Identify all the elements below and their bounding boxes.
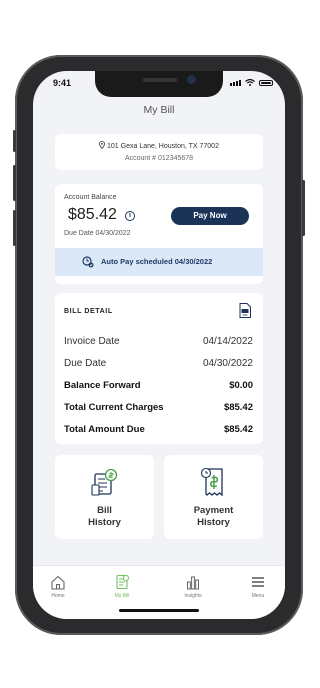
wifi-icon (245, 79, 255, 86)
tab-label: Home (51, 593, 65, 599)
bill-history-label: Bill History (55, 505, 154, 529)
address-text: 101 Gexa Lane, Houston, TX 77002 (107, 143, 219, 150)
bottom-tab-bar: Home My Bill Insights Menu (33, 565, 285, 619)
row-value: $85.42 (223, 424, 253, 435)
tab-home[interactable]: Home (33, 574, 83, 599)
autopay-text: Auto Pay scheduled 04/30/2022 (101, 257, 213, 266)
detail-row-current-charges: Total Current Charges $85.42 (64, 402, 253, 416)
pay-now-button[interactable]: Pay Now (171, 207, 249, 225)
autopay-icon (82, 256, 94, 268)
front-camera (187, 75, 196, 84)
bill-icon (97, 574, 147, 590)
tab-label: Menu (251, 593, 265, 599)
row-label: Balance Forward (64, 380, 141, 391)
row-label: Total Current Charges (64, 402, 164, 413)
row-label: Due Date (64, 358, 107, 369)
row-label: Total Amount Due (64, 424, 145, 435)
notch (95, 71, 223, 97)
bar-chart-icon (168, 574, 218, 590)
tab-insights[interactable]: Insights (168, 574, 218, 599)
pdf-icon[interactable] (239, 303, 251, 318)
app-screen: 9:41 My Bill 101 Gexa Lane, Houston, TX … (33, 71, 285, 619)
detail-row-total-due: Total Amount Due $85.42 (64, 424, 253, 438)
bill-detail-heading: BILL DETAIL (64, 308, 113, 315)
tile-label-line: Payment (193, 505, 234, 516)
row-value: 04/30/2022 (202, 358, 253, 369)
info-icon[interactable]: i (125, 211, 135, 221)
tile-label-line: Bill (97, 505, 112, 516)
tab-menu[interactable]: Menu (233, 574, 283, 599)
tile-label-line: History (197, 517, 230, 528)
account-number: Account # 012345678 (124, 155, 194, 162)
power-button (302, 180, 305, 236)
status-icons (230, 79, 273, 86)
balance-label: Account Balance (64, 194, 117, 201)
side-button (13, 130, 16, 152)
row-value: $85.42 (223, 402, 253, 413)
detail-row-balance-forward: Balance Forward $0.00 (64, 380, 253, 394)
row-value: $0.00 (229, 380, 253, 391)
status-time: 9:41 (53, 78, 72, 88)
balance-amount: $85.42 (68, 206, 117, 223)
payment-history-icon (164, 467, 263, 497)
page-title: My Bill (143, 104, 175, 116)
bill-history-tile[interactable]: Bill History (55, 455, 154, 539)
tab-my-bill[interactable]: My Bill (97, 574, 147, 599)
signal-icon (230, 80, 241, 86)
payment-history-label: Payment History (164, 505, 263, 529)
row-value: 04/14/2022 (202, 336, 253, 347)
speaker (143, 78, 177, 82)
service-address: 101 Gexa Lane, Houston, TX 77002 (55, 141, 263, 150)
balance-card: Account Balance $85.42 i Due Date 04/30/… (55, 184, 263, 284)
row-label: Invoice Date (64, 336, 120, 347)
autopay-banner: Auto Pay scheduled 04/30/2022 (55, 248, 263, 276)
tab-label: My Bill (114, 593, 130, 599)
bill-history-icon (55, 467, 154, 497)
side-button (13, 210, 16, 246)
location-pin-icon (99, 141, 105, 150)
tab-label: Insights (184, 593, 202, 599)
due-date: Due Date 04/30/2022 (64, 230, 131, 237)
home-indicator[interactable] (119, 609, 199, 612)
bill-detail-card: BILL DETAIL Invoice Date 04/14/2022 Due … (55, 293, 263, 444)
tile-label-line: History (88, 517, 121, 528)
hamburger-icon (233, 574, 283, 590)
battery-icon (259, 80, 273, 86)
address-card: 101 Gexa Lane, Houston, TX 77002 Account… (55, 134, 263, 170)
payment-history-tile[interactable]: Payment History (164, 455, 263, 539)
detail-row-invoice-date: Invoice Date 04/14/2022 (64, 336, 253, 350)
home-icon (33, 574, 83, 590)
detail-row-due-date: Due Date 04/30/2022 (64, 358, 253, 372)
side-button (13, 165, 16, 201)
